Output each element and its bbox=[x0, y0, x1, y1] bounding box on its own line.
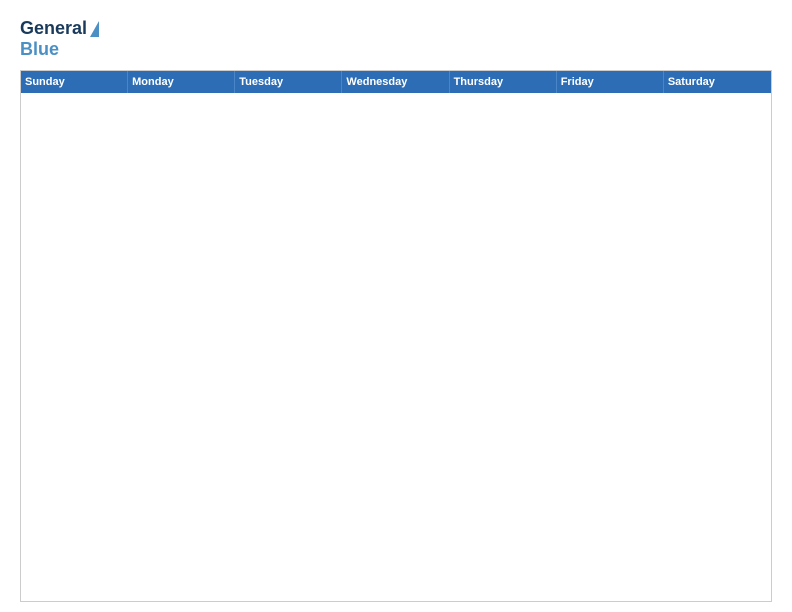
weekday-header: Saturday bbox=[664, 71, 771, 93]
weekday-header: Friday bbox=[557, 71, 664, 93]
calendar: SundayMondayTuesdayWednesdayThursdayFrid… bbox=[20, 70, 772, 602]
page: General Blue SundayMondayTuesdayWednesda… bbox=[0, 0, 792, 612]
weekday-header: Thursday bbox=[450, 71, 557, 93]
weekday-header: Wednesday bbox=[342, 71, 449, 93]
weekday-header: Sunday bbox=[21, 71, 128, 93]
header: General Blue bbox=[20, 18, 772, 60]
logo-blue: Blue bbox=[20, 39, 59, 59]
weekday-header: Tuesday bbox=[235, 71, 342, 93]
logo-general: General bbox=[20, 18, 87, 39]
logo-triangle-icon bbox=[90, 21, 99, 37]
weekday-header: Monday bbox=[128, 71, 235, 93]
calendar-header: SundayMondayTuesdayWednesdayThursdayFrid… bbox=[21, 71, 771, 93]
logo: General Blue bbox=[20, 18, 99, 60]
calendar-body bbox=[21, 93, 771, 601]
